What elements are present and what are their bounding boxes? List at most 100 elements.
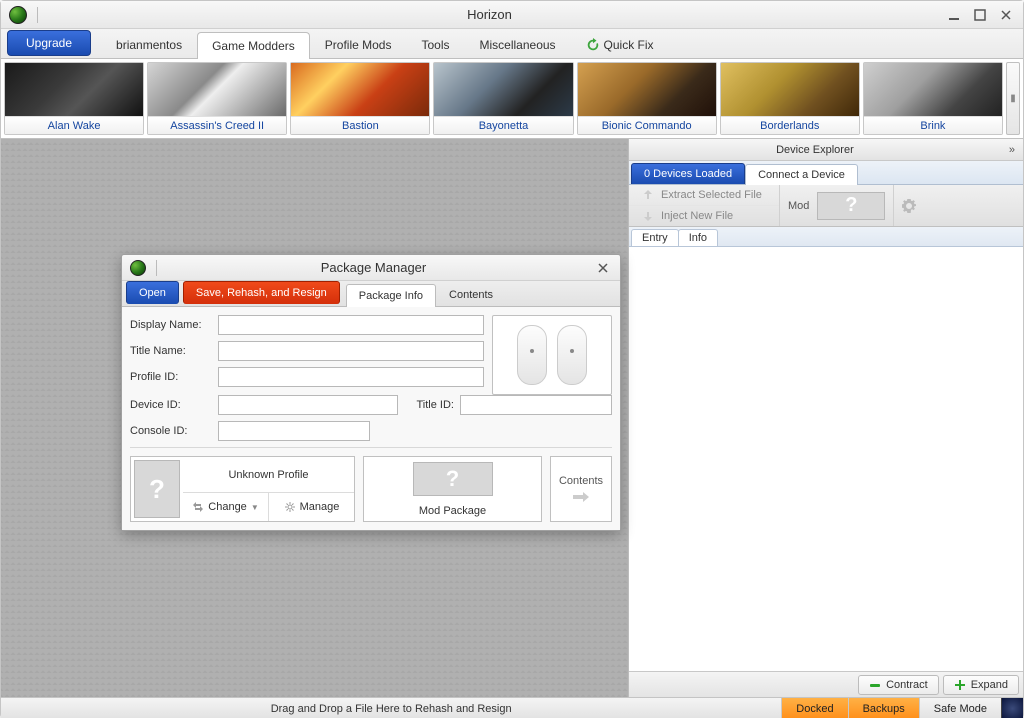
game-label: Bayonetta — [434, 116, 572, 134]
device-tabs: 0 Devices Loaded Connect a Device — [629, 161, 1023, 185]
expand-button[interactable]: Expand — [943, 675, 1019, 695]
open-button[interactable]: Open — [126, 281, 179, 304]
window-title: Horizon — [42, 7, 937, 22]
device-subtabs: Entry Info — [629, 227, 1023, 247]
game-card[interactable]: Bionic Commando — [577, 62, 717, 135]
game-card[interactable]: Borderlands — [720, 62, 860, 135]
pkg-logo-icon — [130, 260, 146, 276]
manage-label: Manage — [300, 501, 340, 513]
game-label: Bastion — [291, 116, 429, 134]
pkg-close-button[interactable] — [594, 259, 612, 277]
minimize-button[interactable] — [945, 6, 963, 24]
maximize-button[interactable] — [971, 6, 989, 24]
game-card[interactable]: Brink — [863, 62, 1003, 135]
gear-icon — [284, 501, 296, 513]
tab-quick-fix[interactable]: Quick Fix — [571, 31, 669, 58]
controller-icon — [517, 325, 547, 385]
inject-file-button[interactable]: Inject New File — [629, 206, 779, 226]
safe-mode-button[interactable]: Safe Mode — [919, 698, 1001, 718]
game-card[interactable]: Alan Wake — [4, 62, 144, 135]
game-thumbnail — [434, 63, 572, 116]
devices-loaded-tab[interactable]: 0 Devices Loaded — [631, 163, 745, 184]
game-card[interactable]: Bastion — [290, 62, 430, 135]
tab-tools[interactable]: Tools — [406, 31, 464, 58]
scroll-right-button[interactable]: ▮ — [1006, 62, 1020, 135]
game-thumbnail — [864, 63, 1002, 116]
brand-swirl-icon — [1001, 698, 1023, 718]
game-label: Bionic Commando — [578, 116, 716, 134]
chevron-down-icon: ▼ — [251, 503, 259, 512]
tab-brianmentos[interactable]: brianmentos — [101, 31, 197, 58]
inject-label: Inject New File — [661, 210, 733, 222]
contents-button[interactable]: Contents — [550, 456, 612, 522]
settings-button[interactable] — [894, 185, 924, 226]
contract-button[interactable]: Contract — [858, 675, 939, 695]
upgrade-button[interactable]: Upgrade — [7, 30, 91, 56]
swap-icon — [192, 501, 204, 513]
game-card[interactable]: Assassin's Creed II — [147, 62, 287, 135]
main-tab-bar: Upgrade brianmentos Game Modders Profile… — [1, 29, 1023, 59]
game-label: Brink — [864, 116, 1002, 134]
package-info-tab[interactable]: Package Info — [346, 284, 436, 307]
avatar-placeholder-icon: ? — [134, 460, 180, 518]
mod-placeholder-icon[interactable]: ? — [817, 192, 885, 220]
game-thumbnail — [721, 63, 859, 116]
close-button[interactable] — [997, 6, 1015, 24]
console-id-input[interactable] — [218, 421, 370, 441]
info-tab[interactable]: Info — [678, 229, 718, 246]
device-id-label: Device ID: — [130, 399, 212, 411]
pkg-body: Display Name: Title Name: Profile ID: De… — [122, 307, 620, 530]
extract-file-button[interactable]: Extract Selected File — [629, 185, 779, 206]
title-name-label: Title Name: — [130, 345, 212, 357]
separator — [156, 260, 157, 276]
workspace: Device Explorer » 0 Devices Loaded Conne… — [1, 139, 1023, 697]
mod-label: Mod — [788, 200, 809, 212]
contents-tab[interactable]: Contents — [436, 283, 506, 306]
plus-icon — [954, 679, 966, 691]
app-titlebar: Horizon — [1, 1, 1023, 29]
entry-tab[interactable]: Entry — [631, 229, 679, 246]
game-thumbnail — [5, 63, 143, 116]
arrow-right-icon — [573, 491, 589, 503]
profile-id-label: Profile ID: — [130, 371, 212, 383]
backups-button[interactable]: Backups — [848, 698, 919, 718]
pkg-tabs: Open Save, Rehash, and Resign Package In… — [122, 281, 620, 307]
manage-profile-button[interactable]: Manage — [269, 493, 354, 521]
tab-miscellaneous[interactable]: Miscellaneous — [465, 31, 571, 58]
status-message[interactable]: Drag and Drop a File Here to Rehash and … — [1, 698, 781, 718]
device-footer: Contract Expand — [629, 671, 1023, 697]
separator — [37, 7, 38, 23]
status-bar: Drag and Drop a File Here to Rehash and … — [1, 697, 1023, 718]
save-rehash-resign-button[interactable]: Save, Rehash, and Resign — [183, 281, 340, 304]
mod-package-label: Mod Package — [364, 501, 541, 521]
device-id-input[interactable] — [218, 395, 398, 415]
title-name-input[interactable] — [218, 341, 484, 361]
mod-package-placeholder-icon: ? — [413, 462, 493, 496]
controller-icon — [557, 325, 587, 385]
game-thumbnail — [291, 63, 429, 116]
controller-preview — [492, 315, 612, 395]
game-card[interactable]: Bayonetta — [433, 62, 573, 135]
collapse-button[interactable]: » — [1001, 144, 1023, 156]
game-label: Borderlands — [721, 116, 859, 134]
contract-label: Contract — [886, 679, 928, 691]
tab-profile-mods[interactable]: Profile Mods — [310, 31, 407, 58]
display-name-label: Display Name: — [130, 319, 212, 331]
connect-device-tab[interactable]: Connect a Device — [745, 164, 858, 185]
title-id-label: Title ID: — [404, 399, 454, 411]
pkg-titlebar[interactable]: Package Manager — [122, 255, 620, 281]
profile-id-input[interactable] — [218, 367, 484, 387]
gear-icon — [901, 198, 917, 214]
game-label: Assassin's Creed II — [148, 116, 286, 134]
mod-package-box[interactable]: ? Mod Package — [363, 456, 542, 522]
change-profile-button[interactable]: Change ▼ — [183, 493, 269, 521]
tab-game-modders[interactable]: Game Modders — [197, 32, 310, 59]
pkg-title: Package Manager — [161, 260, 586, 275]
refresh-icon — [586, 38, 600, 52]
title-id-input[interactable] — [460, 395, 612, 415]
display-name-input[interactable] — [218, 315, 484, 335]
package-manager-window: Package Manager Open Save, Rehash, and R… — [121, 254, 621, 531]
docked-button[interactable]: Docked — [781, 698, 847, 718]
profile-name: Unknown Profile — [183, 457, 354, 493]
change-label: Change — [208, 501, 247, 513]
